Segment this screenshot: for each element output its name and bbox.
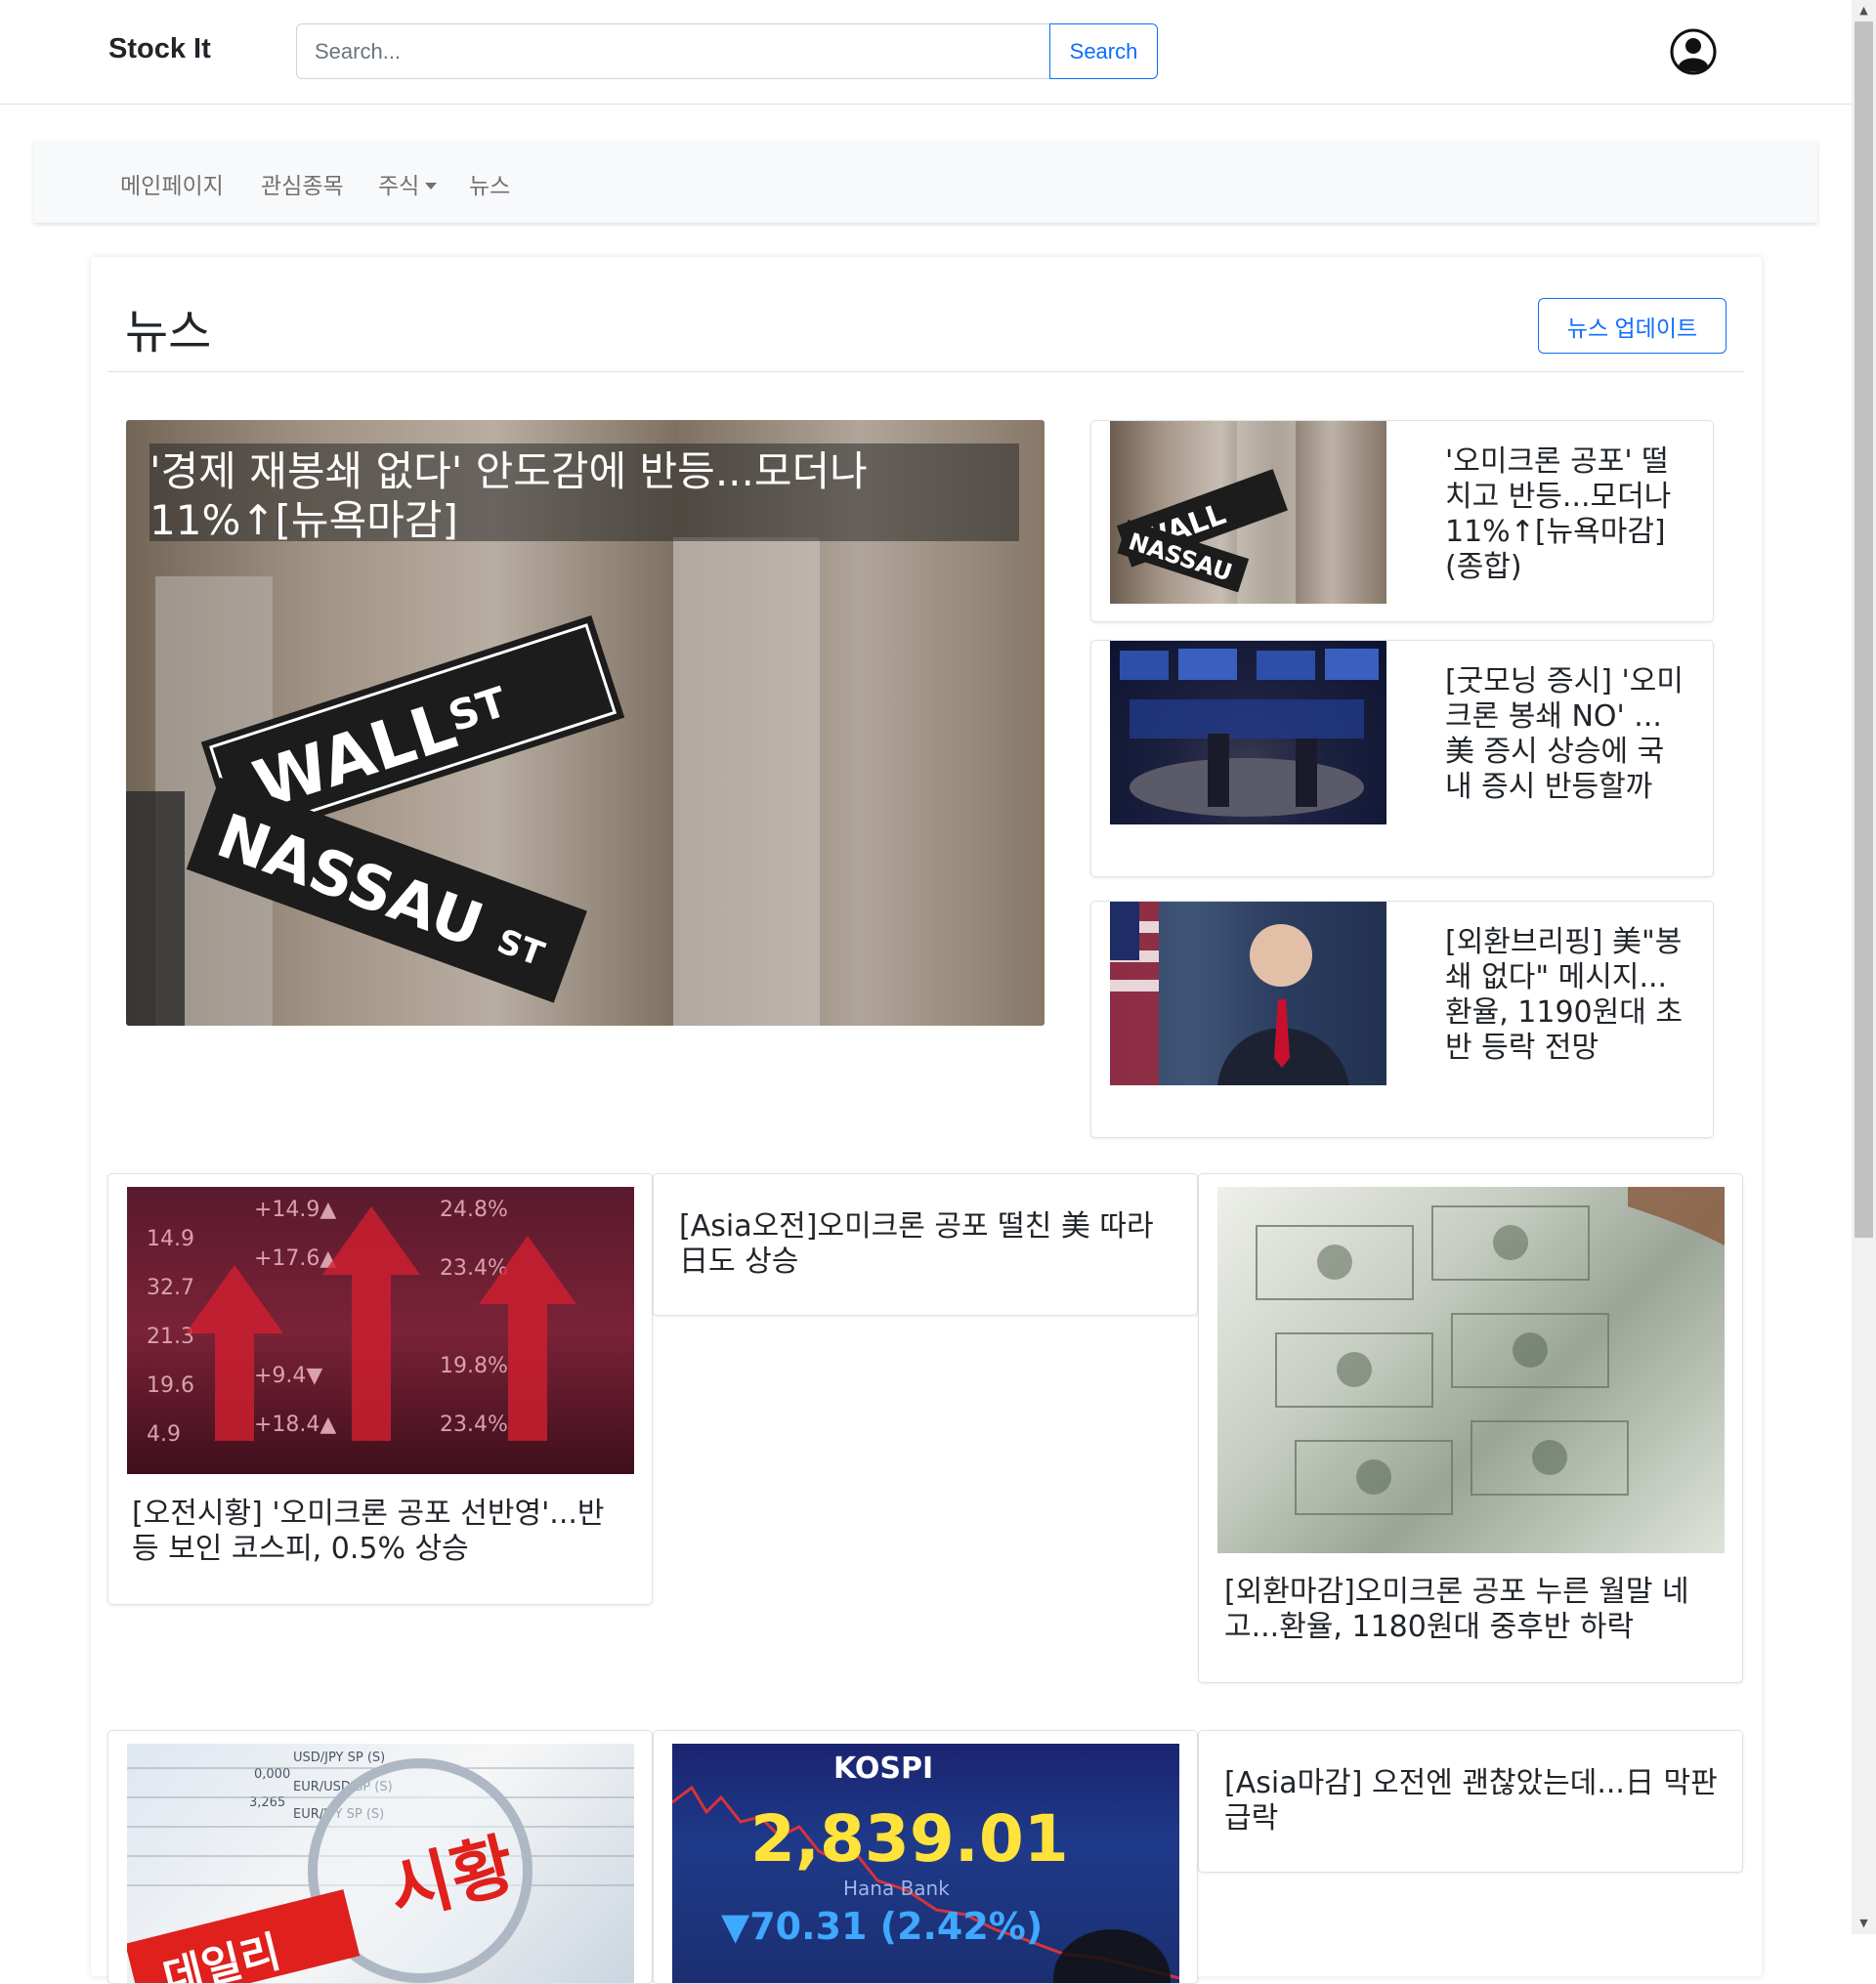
top-navbar: Stock It Search (0, 0, 1852, 105)
svg-text:23.4%: 23.4% (440, 1256, 508, 1281)
svg-text:21.3: 21.3 (147, 1325, 194, 1349)
svg-text:23.4%: 23.4% (440, 1413, 508, 1437)
nav-item-news[interactable]: 뉴스 (469, 167, 510, 200)
section-nav: 메인페이지 관심종목 주식 뉴스 (33, 140, 1817, 223)
news-title: [굿모닝 증시] '오미크론 봉쇄 NO' ...美 증시 상승에 국내 증시 … (1445, 664, 1684, 804)
hero-news-caption: '경제 재봉쇄 없다' 안도감에 반등...모더나 11%↑[뉴욕마감] (149, 443, 1019, 544)
svg-text:24.8%: 24.8% (440, 1198, 508, 1222)
news-thumbnail (1217, 1187, 1725, 1553)
svg-text:▼70.31 (2.42%): ▼70.31 (2.42%) (721, 1905, 1043, 1948)
page-title: 뉴스 (125, 305, 212, 359)
news-thumbnail: WALL NASSAU (1110, 421, 1386, 604)
user-account-icon[interactable] (1669, 27, 1718, 76)
svg-text:0,000: 0,000 (254, 1767, 290, 1782)
scroll-thumb[interactable] (1855, 21, 1873, 1238)
svg-text:+18.4▲: +18.4▲ (254, 1413, 336, 1437)
news-title: [Asia마감] 오전엔 괜찮았는데...日 막판 급락 (1224, 1766, 1718, 1836)
news-thumbnail: USD/JPY SP (S)EUR/USD SP (S)EUR/JPY SP (… (127, 1744, 634, 1983)
news-card[interactable]: [Asia마감] 오전엔 괜찮았는데...日 막판 급락 (1198, 1730, 1743, 1873)
news-card[interactable]: [외환마감]오미크론 공포 누른 월말 네고...환율, 1180원대 중후반 … (1198, 1173, 1743, 1683)
scroll-down-icon[interactable]: ▼ (1852, 1913, 1876, 1934)
search-button[interactable]: Search (1049, 23, 1158, 79)
svg-text:4.9: 4.9 (147, 1422, 181, 1447)
chevron-down-icon (425, 182, 438, 190)
svg-text:19.6: 19.6 (147, 1373, 194, 1398)
svg-text:+9.4▼: +9.4▼ (254, 1364, 322, 1388)
brand-logo[interactable]: Stock It (108, 33, 211, 65)
news-card[interactable]: [Asia오전]오미크론 공포 떨친 美 따라 日도 상승 (653, 1173, 1198, 1316)
svg-text:19.8%: 19.8% (440, 1354, 508, 1378)
news-thumbnail (1110, 902, 1386, 1085)
nav-item-main[interactable]: 메인페이지 (120, 167, 224, 200)
side-news-card[interactable]: WALL NASSAU '오미크론 공포' 떨치고 반등...모더나 11%↑[… (1090, 420, 1714, 622)
svg-text:+17.6▲: +17.6▲ (254, 1246, 336, 1271)
svg-text:14.9: 14.9 (147, 1227, 194, 1251)
news-title: [외환브리핑] 美"봉쇄 없다" 메시지...환율, 1190원대 초반 등락 … (1445, 925, 1683, 1065)
news-card[interactable]: USD/JPY SP (S)EUR/USD SP (S)EUR/JPY SP (… (107, 1730, 653, 1984)
nav-item-watchlist[interactable]: 관심종목 (261, 167, 344, 200)
hero-news-card[interactable]: WALL ST NASSAU ST '경제 재봉쇄 없다' 안도감에 반등...… (126, 420, 1045, 1026)
side-news-card[interactable]: [굿모닝 증시] '오미크론 봉쇄 NO' ...美 증시 상승에 국내 증시 … (1090, 640, 1714, 877)
svg-text:32.7: 32.7 (147, 1276, 194, 1300)
side-news-card[interactable]: [외환브리핑] 美"봉쇄 없다" 메시지...환율, 1190원대 초반 등락 … (1090, 901, 1714, 1138)
nav-item-stocks-dropdown[interactable]: 주식 (378, 167, 438, 200)
news-thumbnail: 14.9 32.7 21.3 19.6 4.9 +14.9▲ +17.6▲ +9.4▼ +18… (127, 1187, 634, 1474)
news-title: [오전시황] '오미크론 공포 선반영'...반등 보인 코스피, 0.5% 상… (132, 1497, 605, 1566)
scroll-up-icon[interactable]: ▲ (1852, 0, 1876, 21)
page-scrollbar[interactable]: ▲ ▼ (1852, 0, 1876, 1934)
news-card[interactable]: 14.9 32.7 21.3 19.6 4.9 +14.9▲ +17.6▲ +9.4▼ +18… (107, 1173, 653, 1605)
news-card[interactable]: KOSPI 2,839.01 Hana Bank ▼70.31 (2.42%) (653, 1730, 1198, 1984)
svg-text:KOSPI: KOSPI (833, 1752, 933, 1786)
search-input[interactable] (296, 23, 1050, 79)
nav-item-stocks-label: 주식 (378, 174, 420, 199)
news-thumbnail: KOSPI 2,839.01 Hana Bank ▼70.31 (2.42%) (672, 1744, 1179, 1983)
news-title: [외환마감]오미크론 공포 누른 월말 네고...환율, 1180원대 중후반 … (1224, 1575, 1689, 1644)
divider (107, 371, 1744, 372)
svg-text:USD/JPY SP (S): USD/JPY SP (S) (293, 1751, 385, 1765)
svg-text:+14.9▲: +14.9▲ (254, 1198, 336, 1222)
svg-text:2,839.01: 2,839.01 (750, 1801, 1069, 1877)
news-thumbnail (1110, 641, 1386, 824)
svg-text:Hana Bank: Hana Bank (843, 1877, 950, 1900)
hero-news-title: '경제 재봉쇄 없다' 안도감에 반등...모더나 11%↑[뉴욕마감] (149, 447, 868, 544)
news-title: '오미크론 공포' 떨치고 반등...모더나 11%↑[뉴욕마감](종합) (1445, 444, 1672, 584)
update-news-button[interactable]: 뉴스 업데이트 (1538, 298, 1727, 354)
news-title: [Asia오전]오미크론 공포 떨친 美 따라 日도 상승 (679, 1209, 1154, 1279)
